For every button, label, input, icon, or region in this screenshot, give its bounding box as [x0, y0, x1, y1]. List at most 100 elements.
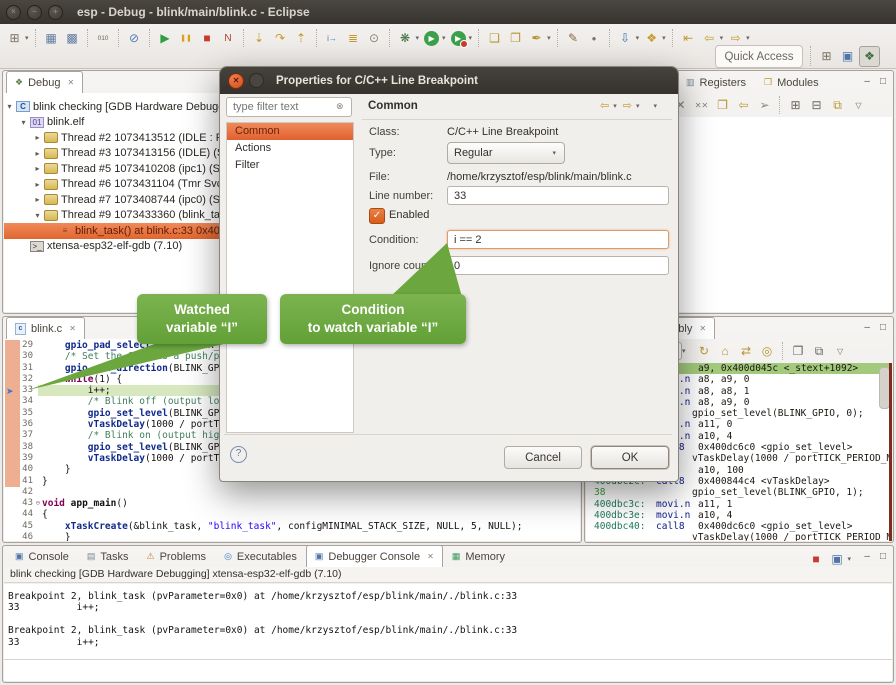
remove-all-breakpoints-icon[interactable]: ✕✕ — [692, 96, 711, 115]
tab-tasks[interactable]: ▤Tasks — [78, 545, 138, 567]
dialog-close-button[interactable]: ✕ — [228, 73, 244, 89]
dialog-nav-item-actions[interactable]: Actions — [227, 140, 353, 157]
tab-modules[interactable]: ❒Modules — [755, 71, 828, 93]
terminate-icon[interactable]: ■ — [198, 29, 217, 48]
ignore-count-input[interactable] — [447, 256, 669, 275]
step-into-icon[interactable]: ⇣ — [250, 29, 269, 48]
debug-button-dropdown[interactable]: ▾ — [416, 34, 420, 42]
tree-expander-icon[interactable]: ▸ — [32, 180, 43, 189]
minimize-icon[interactable]: ‒ — [864, 76, 870, 87]
tab-debugger-console[interactable]: ▣Debugger Console✕ — [306, 545, 443, 567]
minimize-icon[interactable]: ‒ — [864, 322, 870, 333]
open-perspective-icon[interactable]: ⊞ — [817, 47, 836, 66]
cancel-button[interactable]: Cancel — [504, 446, 582, 469]
forward-icon-dropdown[interactable]: ▾ — [746, 34, 750, 42]
maximize-button[interactable]: + — [48, 5, 63, 20]
back-icon[interactable]: ⇦ — [600, 99, 609, 112]
location-dropdown[interactable]: ▾ — [682, 347, 686, 355]
forward-icon[interactable]: ⇨ — [623, 99, 632, 112]
tree-expander-icon[interactable]: ▸ — [32, 195, 43, 204]
tree-expander-icon[interactable]: ▸ — [32, 149, 43, 158]
condition-input[interactable] — [447, 230, 669, 249]
new-wizard-icon[interactable]: ⊞ — [5, 29, 24, 48]
save-all-icon[interactable]: ▩ — [63, 29, 82, 48]
link-with-debug-icon[interactable]: ⧉ — [828, 96, 847, 115]
step-return-icon[interactable]: ⇡ — [292, 29, 311, 48]
clear-filter-icon[interactable]: ⊗ — [336, 101, 344, 112]
go-to-file-icon[interactable]: ⇦ — [734, 96, 753, 115]
collapse-all-icon[interactable]: ⊟ — [807, 96, 826, 115]
display-selected-console-icon[interactable]: ▣ — [827, 549, 846, 568]
tab-debug[interactable]: ❖ Debug ✕ — [6, 71, 83, 93]
dialog-maximize-button[interactable] — [249, 73, 264, 88]
new-view-icon[interactable]: ❐ — [789, 342, 808, 361]
pin-view-icon[interactable]: ⧉ — [810, 342, 829, 361]
show-disassembly-icon[interactable]: ≣ — [344, 29, 363, 48]
tab-memory[interactable]: ▦Memory — [443, 545, 514, 567]
download-icon[interactable]: ⇩ — [616, 29, 635, 48]
tree-expander-icon[interactable]: ▾ — [4, 102, 15, 111]
view-menu-icon[interactable]: ▽ — [831, 342, 850, 361]
disconnect-icon[interactable]: N — [219, 29, 238, 48]
tree-expander-icon[interactable]: ▸ — [32, 133, 43, 142]
help-icon[interactable]: ? — [230, 446, 247, 463]
dialog-nav-item-common[interactable]: Common — [227, 123, 353, 140]
fold-collapse-icon[interactable]: ⊖ — [36, 498, 40, 509]
enabled-checkbox[interactable]: ✓ — [369, 208, 385, 224]
open-element-icon[interactable]: ❐ — [506, 29, 525, 48]
save-icon[interactable]: ▦ — [42, 29, 61, 48]
binary-icon[interactable]: 010 — [94, 29, 113, 48]
back-icon-dropdown[interactable]: ▾ — [720, 34, 724, 42]
tab-executables[interactable]: ◎Executables — [215, 545, 306, 567]
sync-with-context-icon[interactable]: ⇄ — [737, 342, 756, 361]
mark-occurrences-icon[interactable]: ✎ — [564, 29, 583, 48]
dialog-nav-item-filter[interactable]: Filter — [227, 157, 353, 174]
tab-registers[interactable]: ▥Registers — [677, 71, 755, 93]
maximize-icon[interactable]: □ — [880, 551, 886, 562]
suspend-icon[interactable]: ❚❚ — [177, 29, 196, 48]
external-tools-button-dropdown[interactable]: ▾ — [469, 34, 473, 42]
tree-expander-icon[interactable]: ▸ — [32, 164, 43, 173]
back-dropdown[interactable]: ▾ — [613, 102, 617, 110]
skip-all-breakpoints-icon[interactable]: ⊘ — [125, 29, 144, 48]
view-menu-icon[interactable]: ▾ — [653, 102, 657, 110]
line-number-input[interactable] — [447, 186, 669, 205]
show-breakpoints-for-selected-icon[interactable]: ❐ — [713, 96, 732, 115]
maximize-icon[interactable]: □ — [880, 322, 886, 333]
filter-input[interactable] — [226, 97, 352, 117]
overlay-scrollbar[interactable] — [889, 363, 892, 541]
maximize-icon[interactable]: □ — [880, 76, 886, 87]
external-tools-button[interactable]: ▶ — [451, 31, 466, 46]
debug-perspective-icon[interactable]: ❖ — [859, 46, 880, 67]
resume-icon[interactable]: ▶ — [156, 29, 175, 48]
tree-expander-icon[interactable]: ▾ — [32, 211, 43, 220]
close-icon[interactable]: ✕ — [699, 324, 706, 333]
display-selected-console-icon-dropdown[interactable]: ▾ — [847, 555, 851, 563]
download-icon-dropdown[interactable]: ▾ — [636, 34, 640, 42]
close-icon[interactable]: ✕ — [427, 552, 434, 561]
breakpoint-current-line-icon[interactable]: ➤ — [6, 386, 14, 397]
ok-button[interactable]: OK — [591, 446, 669, 469]
tree-expander-icon[interactable]: ▾ — [18, 118, 29, 127]
quick-access-button[interactable]: Quick Access — [715, 45, 803, 68]
close-icon[interactable]: ✕ — [69, 324, 76, 333]
open-resource-icon[interactable]: ❏ — [485, 29, 504, 48]
cpp-perspective-icon[interactable]: ▣ — [838, 47, 857, 66]
debug-button[interactable]: ❋ — [396, 29, 415, 48]
type-select[interactable]: Regular ▾ — [447, 142, 565, 164]
new-wizard-icon-dropdown[interactable]: ▾ — [25, 34, 29, 42]
view-menu-icon[interactable]: ▽ — [849, 96, 868, 115]
home-icon[interactable]: ⌂ — [716, 342, 735, 361]
lamp-icon-dropdown[interactable]: ▾ — [662, 34, 666, 42]
minimize-button[interactable]: − — [27, 5, 42, 20]
use-step-filters-icon[interactable]: ⊙ — [365, 29, 384, 48]
expand-all-icon[interactable]: ⊞ — [786, 96, 805, 115]
last-edit-location-icon[interactable]: ⇤ — [679, 29, 698, 48]
tab-console[interactable]: ▣Console — [6, 545, 78, 567]
instruction-stepping-icon[interactable]: i→ — [323, 29, 342, 48]
annotation-icon[interactable]: ● — [585, 29, 604, 48]
run-button[interactable]: ▶ — [424, 31, 439, 46]
step-over-icon[interactable]: ↷ — [271, 29, 290, 48]
close-button[interactable]: × — [6, 5, 21, 20]
skip-breakpoint-pointer-icon[interactable]: ➢ — [755, 96, 774, 115]
